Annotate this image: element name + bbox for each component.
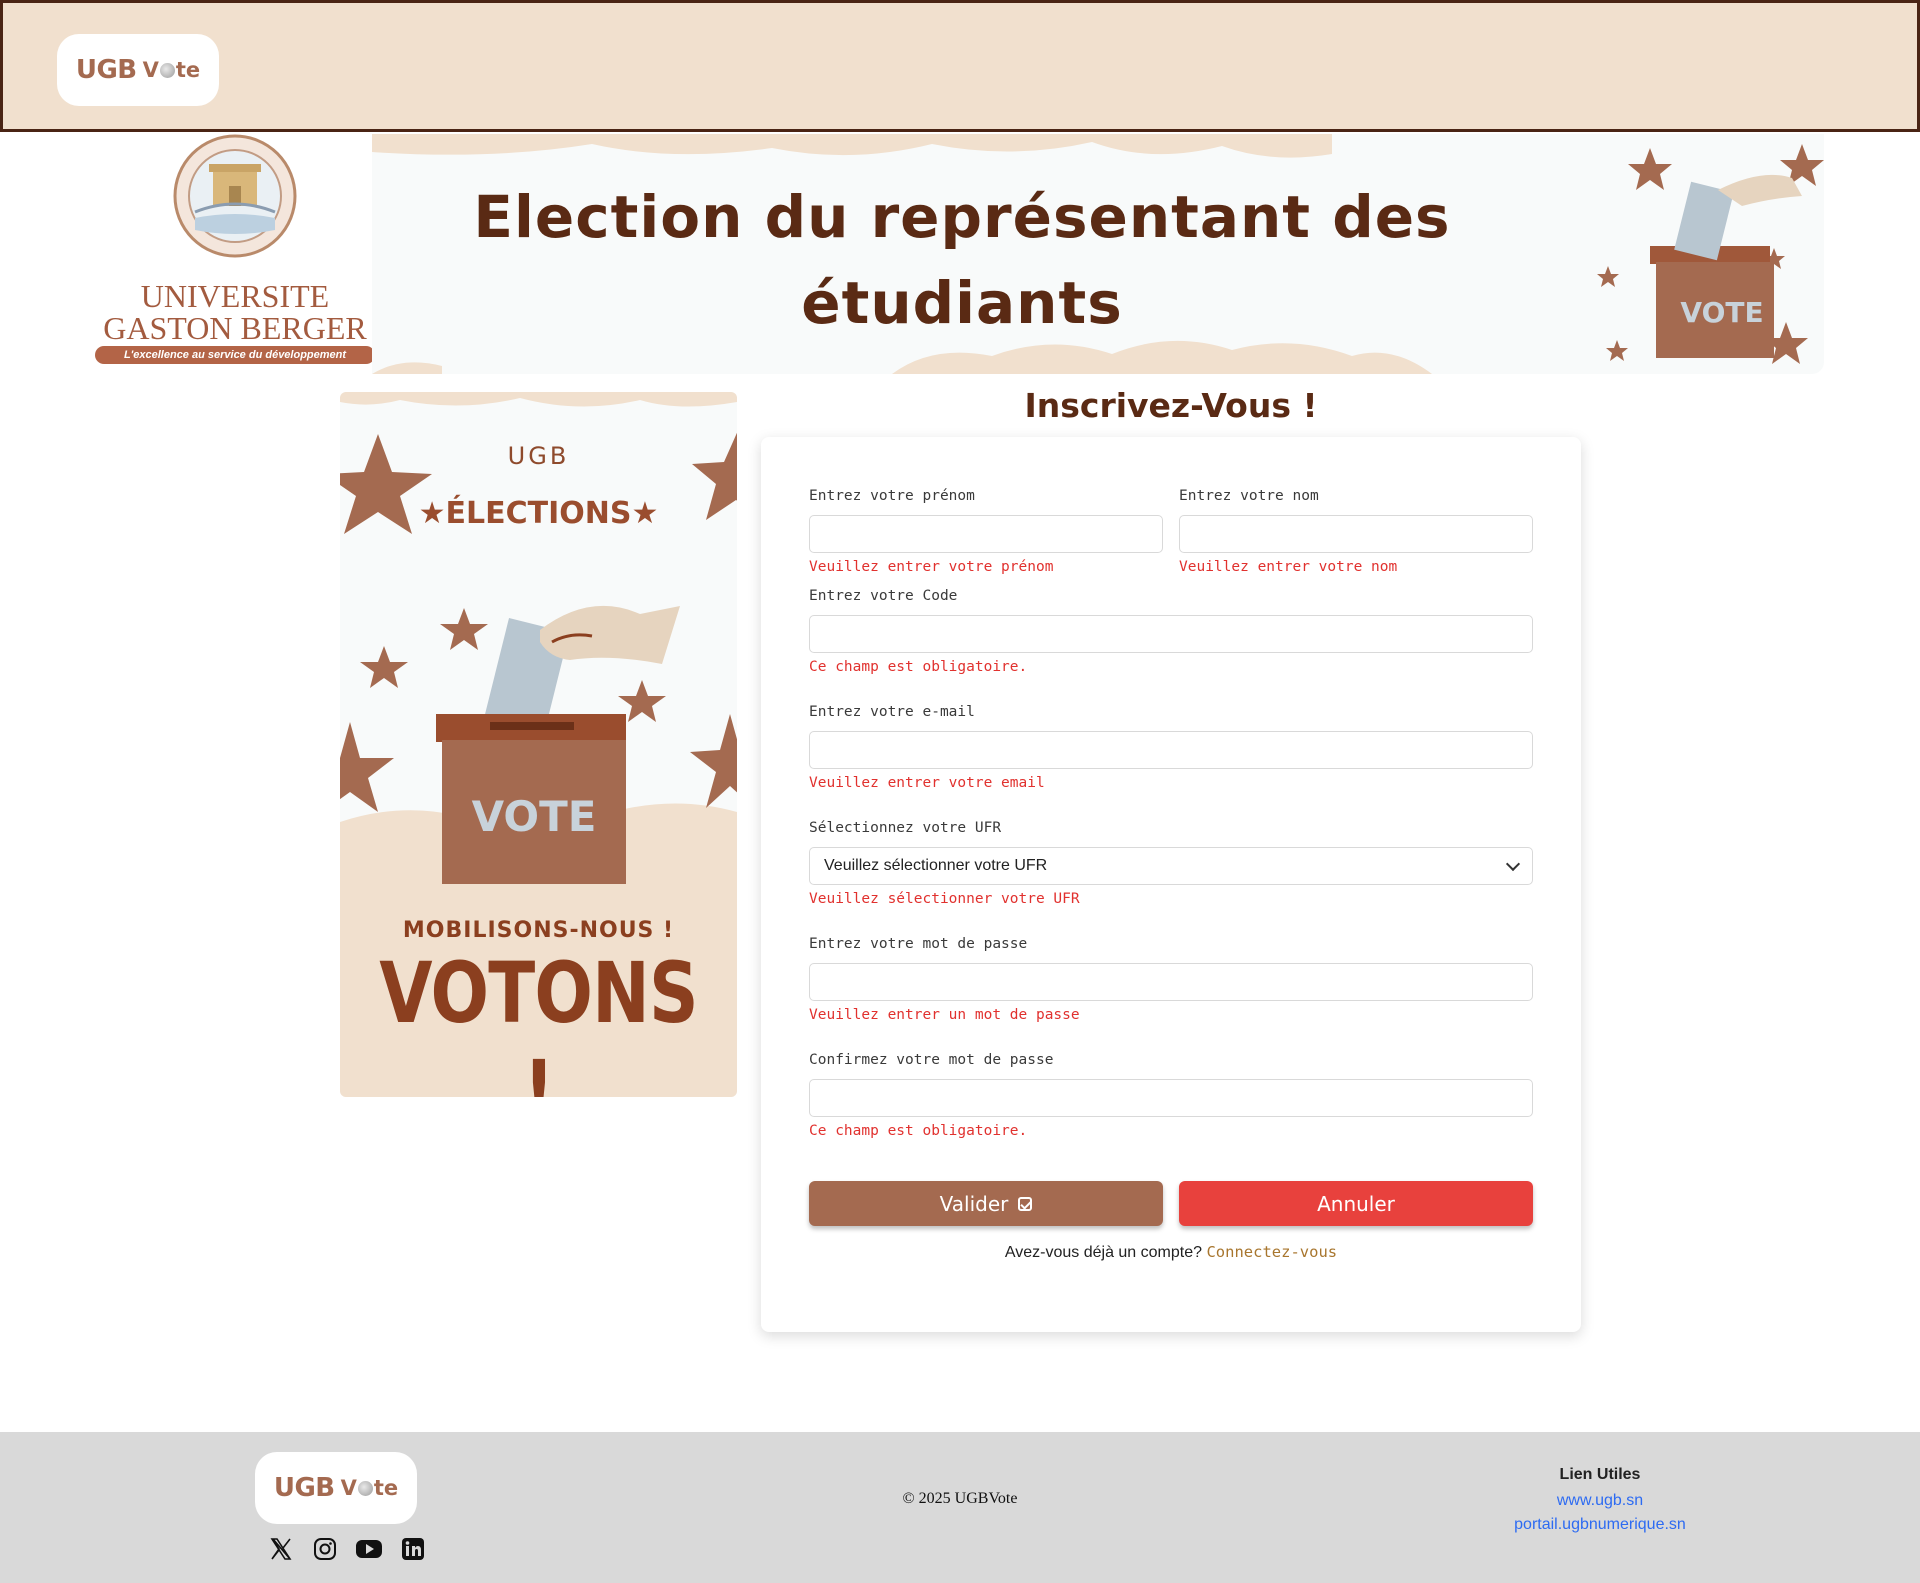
ballot-dot-icon: [357, 1480, 373, 1496]
ufr-select[interactable]: Veuillez sélectionner votre UFR: [809, 847, 1533, 885]
ufr-selected-value: Veuillez sélectionner votre UFR: [824, 857, 1048, 874]
ugbvote-logo[interactable]: UGB Vte: [57, 34, 219, 106]
submit-button[interactable]: Valider: [809, 1181, 1163, 1226]
confirm-password-input[interactable]: [809, 1079, 1533, 1117]
email-error: Veuillez entrer votre email: [809, 775, 1045, 791]
login-link[interactable]: Connectez-vous: [1206, 1243, 1337, 1261]
banner-title-line1: Election du représentant des: [473, 183, 1451, 251]
ufr-label: Sélectionnez votre UFR: [809, 820, 1002, 836]
banner-title-line2: étudiants: [801, 269, 1123, 337]
logo-vote-text: Vte: [142, 58, 201, 82]
submit-button-label: Valider: [939, 1191, 1009, 1216]
x-icon[interactable]: [268, 1536, 294, 1562]
email-input[interactable]: [809, 731, 1533, 769]
footer-logo-ugb-text: UGB: [273, 1473, 335, 1503]
check-square-icon: [1018, 1196, 1033, 1211]
login-prompt-text: Avez-vous déjà un compte?: [1004, 1244, 1203, 1261]
university-name-line2: GASTON BERGER: [103, 310, 367, 346]
code-input[interactable]: [809, 615, 1533, 653]
poster-elections-title: ★ÉLECTIONS★: [418, 496, 659, 531]
confirm-password-error: Ce champ est obligatoire.: [809, 1123, 1028, 1139]
email-label: Entrez votre e-mail: [809, 704, 975, 720]
login-prompt-line: Avez-vous déjà un compte? Connectez-vous: [761, 1243, 1581, 1262]
firstname-label: Entrez votre prénom: [809, 488, 975, 504]
banner-title: Election du représentant des étudiants: [372, 174, 1552, 346]
code-label: Entrez votre Code: [809, 588, 958, 604]
social-links: [268, 1536, 426, 1562]
poster-ugb-text: UGB: [507, 442, 570, 470]
useful-links-title: Lien Utiles: [1559, 1466, 1641, 1483]
signup-title: Inscrivez-Vous !: [1024, 386, 1318, 425]
lastname-input[interactable]: [1179, 515, 1533, 553]
code-error: Ce champ est obligatoire.: [809, 659, 1028, 675]
poster-votons-text: VOTONS !: [379, 944, 698, 1097]
lastname-error: Veuillez entrer votre nom: [1179, 559, 1398, 575]
election-banner: Election du représentant des étudiants V…: [372, 134, 1824, 374]
logo-ugb-text: UGB: [75, 55, 137, 85]
poster-vote-label: VOTE: [471, 792, 597, 841]
university-name-line1: UNIVERSITE: [140, 278, 330, 314]
footer-logo-vote-text: Vte: [340, 1476, 399, 1500]
site-footer: UGB Vte © 2025 UGBVote Lien Utiles www.u…: [0, 1432, 1920, 1583]
university-logo: UNIVERSITE GASTON BERGER L'excellence au…: [95, 134, 375, 366]
password-label: Entrez votre mot de passe: [809, 936, 1028, 952]
instagram-icon[interactable]: [312, 1536, 338, 1562]
university-motto: L'excellence au service du développement: [95, 346, 375, 364]
password-error: Veuillez entrer un mot de passe: [809, 1007, 1080, 1023]
copyright-text: © 2025 UGBVote: [902, 1490, 1018, 1507]
signup-form: Entrez votre prénom Veuillez entrer votr…: [761, 437, 1581, 1332]
cancel-button[interactable]: Annuler: [1179, 1181, 1533, 1226]
ballot-dot-icon: [159, 62, 175, 78]
ugb-site-link[interactable]: www.ugb.sn: [1480, 1489, 1720, 1513]
banner-vote-label: VOTE: [1680, 296, 1764, 329]
lastname-label: Entrez votre nom: [1179, 488, 1319, 504]
password-input[interactable]: [809, 963, 1533, 1001]
top-navbar: UGB Vte: [0, 0, 1920, 132]
firstname-input[interactable]: [809, 515, 1163, 553]
useful-links: Lien Utiles www.ugb.sn portail.ugbnumeri…: [1480, 1466, 1720, 1537]
cancel-button-label: Annuler: [1317, 1191, 1395, 1216]
firstname-error: Veuillez entrer votre prénom: [809, 559, 1054, 575]
election-poster: UGB ★ÉLECTIONS★ VOTE MOBILISONS-NOUS ! V…: [340, 392, 737, 1097]
poster-mobilisons-text: MOBILISONS-NOUS !: [402, 918, 675, 943]
footer-ugbvote-logo[interactable]: UGB Vte: [255, 1452, 417, 1524]
confirm-password-label: Confirmez votre mot de passe: [809, 1052, 1054, 1068]
ugb-portal-link[interactable]: portail.ugbnumerique.sn: [1480, 1513, 1720, 1537]
linkedin-icon[interactable]: [400, 1536, 426, 1562]
ufr-error: Veuillez sélectionner votre UFR: [809, 891, 1080, 907]
chevron-down-icon: [1505, 856, 1521, 871]
youtube-icon[interactable]: [356, 1536, 382, 1562]
